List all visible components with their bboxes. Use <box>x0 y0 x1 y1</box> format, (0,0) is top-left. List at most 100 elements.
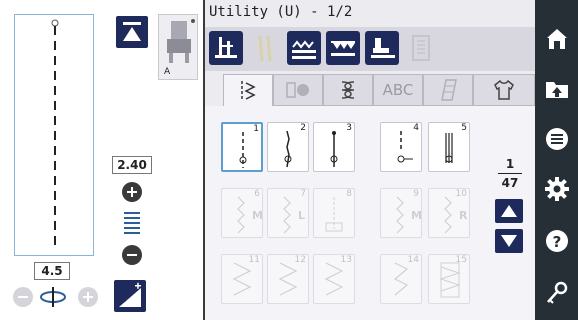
character-stitch-icon <box>286 82 309 98</box>
navigation-sidebar: ? <box>535 0 578 320</box>
stitch-pattern-icon <box>439 262 461 298</box>
twin-needle-icon <box>258 35 272 62</box>
stitch-pattern-icon <box>397 131 413 163</box>
presser-foot-indicator: A <box>158 14 198 80</box>
tab-utility[interactable] <box>223 74 273 106</box>
stitch-pattern-icon <box>278 262 298 296</box>
increase-length-button[interactable] <box>122 182 142 202</box>
page-up-button[interactable] <box>495 199 523 223</box>
utility-stitch-icon <box>241 80 256 101</box>
presser-foot-label: A <box>164 67 171 77</box>
folder-upload-icon <box>545 82 568 98</box>
stitch-pattern-3[interactable]: 3 <box>313 122 355 172</box>
stitch-pattern-icon <box>445 133 453 163</box>
stitch-pattern-icon <box>284 130 292 168</box>
stitch-pattern-11: 11 <box>221 254 263 304</box>
svg-text:M: M <box>252 209 263 222</box>
stitch-pattern-icon <box>232 262 252 296</box>
stitch-pattern-8: 8 <box>313 188 355 238</box>
stitch-pattern-7: 7L <box>267 188 309 238</box>
function-toolbar <box>205 27 535 71</box>
taper-icon <box>119 282 141 307</box>
svg-text:M: M <box>411 209 422 222</box>
arrow-up-icon <box>501 205 517 217</box>
minus-icon <box>18 296 28 298</box>
quilt-stitch-icon <box>441 79 457 101</box>
page-down-button[interactable] <box>495 229 523 253</box>
stitch-pattern-icon <box>330 131 338 167</box>
stitch-pattern-6: 6M <box>221 188 263 238</box>
edge-stitch-button[interactable] <box>287 31 321 65</box>
stitch-selection-area: Utility (U) - 1/2 ABC 1 2 3 4 5 6 M 7 L … <box>205 0 535 320</box>
needle-up-icon <box>123 22 141 41</box>
decrease-width-button[interactable] <box>13 287 33 307</box>
stitch-pattern-icon: L <box>283 196 305 234</box>
decrease-length-button[interactable] <box>122 245 142 265</box>
help-button[interactable]: ? <box>535 216 578 266</box>
increase-width-button[interactable] <box>78 287 98 307</box>
tab-decorative[interactable] <box>323 74 373 106</box>
stitch-pattern-icon <box>324 262 344 296</box>
stitch-width-icon <box>40 287 66 307</box>
feed-dog-button[interactable] <box>326 31 360 65</box>
reverse-stitch-button[interactable] <box>209 31 243 65</box>
stitch-adjust-button[interactable] <box>114 280 146 312</box>
sewing-machine-screen: A 2.40 4.5 Utility (U) - 1/2 ABC 1 2 3 4… <box>0 0 578 320</box>
svg-text:?: ? <box>552 233 561 251</box>
feed-dog-icon <box>331 41 355 56</box>
svg-text:L: L <box>298 209 305 222</box>
stitch-pattern-icon: M <box>237 196 263 234</box>
stitch-pattern-9: 9M <box>380 188 422 238</box>
svg-text:R: R <box>459 209 468 222</box>
menu-button[interactable] <box>535 114 578 164</box>
presser-foot-lift-button[interactable] <box>365 31 399 65</box>
stitch-pattern-icon: R <box>444 196 468 234</box>
stitch-pattern-14: 14 <box>380 254 422 304</box>
edge-stitch-icon <box>292 40 316 59</box>
tab-alphabet-label: ABC <box>382 81 414 99</box>
stitch-settings-panel: A 2.40 4.5 <box>0 0 205 320</box>
memory-folder-button[interactable] <box>535 64 578 114</box>
tab-quilt[interactable] <box>423 74 473 106</box>
stitch-preview <box>14 14 94 256</box>
stitch-grid: 1 2 3 4 5 6 M 7 L 8 9 M 10 R 11 12 13 14 15 <box>205 106 535 320</box>
stitch-width-value: 4.5 <box>34 262 70 280</box>
plus-icon <box>127 187 137 197</box>
stitch-pattern-icon <box>393 262 409 296</box>
plus-icon <box>83 292 93 302</box>
tab-character[interactable] <box>273 74 323 106</box>
reverse-stitch-icon <box>215 37 237 58</box>
stitch-pattern-12: 12 <box>267 254 309 304</box>
twin-needle-button[interactable] <box>248 31 282 65</box>
tab-alphabet[interactable]: ABC <box>373 74 423 106</box>
current-page: 1 <box>505 157 515 171</box>
minus-icon <box>127 254 137 256</box>
straight-stitch-preview-icon <box>51 19 59 245</box>
shirt-icon <box>494 79 514 100</box>
stitch-pattern-4[interactable]: 4 <box>380 122 422 172</box>
stitch-category-tabs: ABC <box>205 74 535 106</box>
home-icon <box>546 29 567 49</box>
key-icon <box>546 281 567 304</box>
stitch-pattern-15: 15 <box>428 254 470 304</box>
tab-garment[interactable] <box>473 74 535 106</box>
memory-button[interactable] <box>404 31 438 65</box>
menu-icon <box>545 128 568 150</box>
stitch-pattern-5[interactable]: 5 <box>428 122 470 172</box>
stitch-pattern-icon: M <box>396 196 422 234</box>
help-icon: ? <box>545 230 568 252</box>
stitch-pattern-2[interactable]: 2 <box>267 122 309 172</box>
needle-position-button[interactable] <box>116 16 148 48</box>
lock-key-button[interactable] <box>535 268 578 318</box>
stitch-pattern-1[interactable]: 1 <box>221 122 263 172</box>
stitch-length-icon <box>124 212 140 234</box>
arrow-down-icon <box>501 235 517 247</box>
home-button[interactable] <box>535 14 578 64</box>
page-indicator: 1 47 <box>498 157 522 190</box>
stitch-pattern-13: 13 <box>313 254 355 304</box>
total-pages: 47 <box>501 176 519 190</box>
settings-button[interactable] <box>535 164 578 214</box>
presser-foot-lift-icon <box>371 38 395 58</box>
decorative-stitch-icon <box>341 81 355 99</box>
settings-gear-icon <box>544 177 569 201</box>
